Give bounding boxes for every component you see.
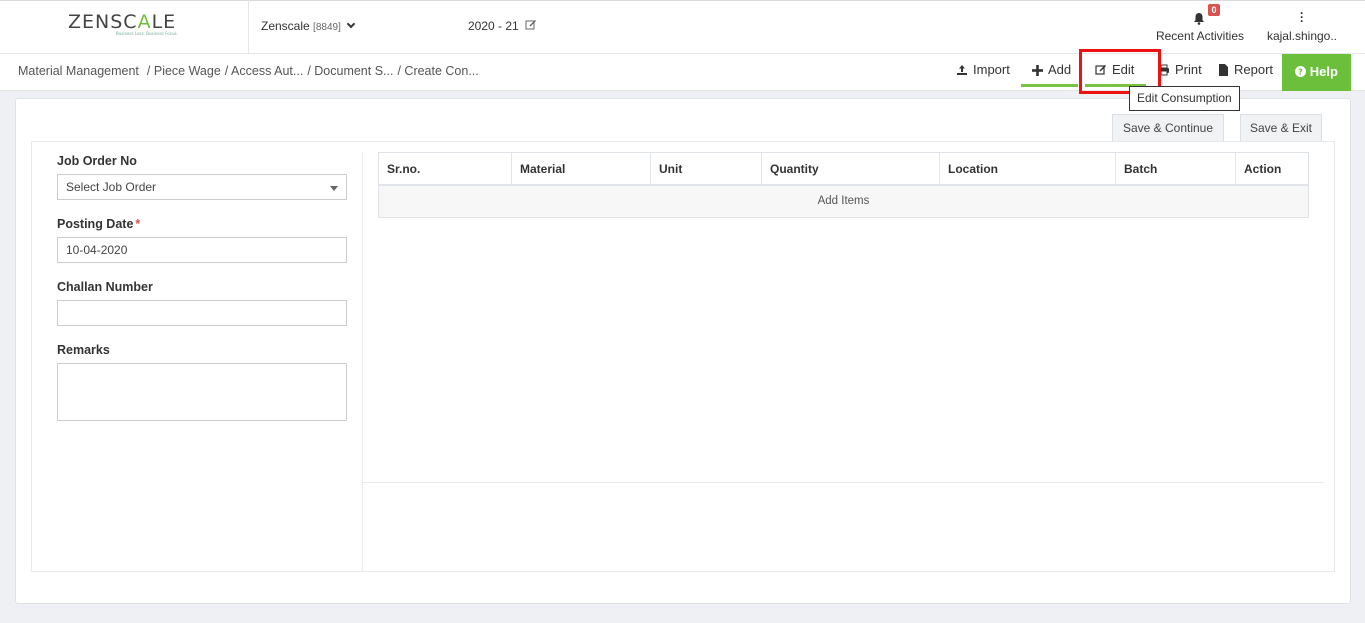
company-name: Zenscale	[261, 19, 310, 33]
add-items-button[interactable]: Add Items	[379, 186, 1308, 217]
column-header: Batch	[1116, 153, 1236, 184]
help-label: Help	[1309, 64, 1338, 79]
question-circle-icon: ?	[1295, 66, 1307, 77]
posting-date-label: Posting Date *	[57, 217, 140, 231]
document-icon	[1219, 64, 1228, 76]
logo-text-accent: A	[137, 11, 152, 33]
column-header: Action	[1244, 162, 1282, 176]
report-button[interactable]: Report	[1218, 54, 1273, 87]
job-order-select[interactable]: Select Job Order	[57, 174, 347, 200]
company-selector[interactable]: Zenscale [8849]	[261, 19, 356, 33]
challan-number-label: Challan Number	[57, 280, 153, 294]
bell-icon	[1194, 13, 1204, 25]
company-code: [8849]	[313, 22, 341, 33]
breadcrumb-item[interactable]: Material Management	[18, 64, 139, 78]
section-divider	[363, 482, 1324, 483]
caret-down-icon	[330, 186, 338, 191]
required-marker: *	[135, 217, 141, 231]
report-label: Report	[1234, 62, 1274, 77]
table-header: Sr.no. Material Unit Quantity Location B…	[379, 153, 1308, 186]
recent-activities-label: Recent Activities	[1155, 29, 1245, 43]
logo-text-main: ZENSC	[68, 11, 138, 33]
column-header: Sr.no.	[379, 153, 512, 184]
column-header: Unit	[651, 153, 762, 184]
recent-activities[interactable]: 0 Recent Activities	[1150, 4, 1250, 48]
add-label: Add	[1048, 62, 1072, 77]
column-header: Quantity	[762, 153, 940, 184]
import-label: Import	[973, 62, 1010, 77]
job-order-value: Select Job Order	[66, 180, 157, 194]
items-table: Sr.no. Material Unit Quantity Location B…	[378, 152, 1309, 218]
fiscal-year-label: 2020 - 21	[468, 19, 519, 33]
panel-divider	[362, 152, 363, 572]
fiscal-year-selector[interactable]: 2020 - 21	[468, 19, 537, 33]
job-order-label: Job Order No	[57, 154, 137, 168]
breadcrumb-item[interactable]: / Document S...	[307, 64, 393, 78]
posting-date-label-text: Posting Date	[57, 217, 134, 231]
breadcrumb-item[interactable]: / Access Aut...	[225, 64, 304, 78]
logo-text-end: LE	[151, 11, 177, 33]
edit-icon	[525, 20, 537, 30]
remarks-label: Remarks	[57, 343, 110, 357]
svg-text:?: ?	[1298, 68, 1303, 77]
print-label: Print	[1175, 62, 1202, 77]
import-button[interactable]: Import	[956, 54, 1010, 87]
edit-tooltip: Edit Consumption	[1129, 86, 1240, 111]
save-continue-button[interactable]: Save & Continue	[1112, 114, 1224, 141]
print-button[interactable]: Print	[1158, 54, 1202, 87]
breadcrumb-item: / Create Con...	[397, 64, 479, 78]
add-button[interactable]: Add	[1021, 54, 1078, 87]
kebab-menu-icon: · · ·	[1300, 6, 1304, 28]
notification-badge: 0	[1208, 4, 1220, 16]
user-name: kajal.shingo..	[1266, 29, 1338, 43]
zenscale-logo[interactable]: ZENSCALE	[68, 11, 176, 33]
remarks-textarea[interactable]	[57, 363, 347, 421]
posting-date-input[interactable]: 10-04-2020	[57, 237, 347, 263]
column-header: Material	[512, 153, 651, 184]
save-exit-button[interactable]: Save & Exit	[1240, 114, 1322, 141]
breadcrumb: Material Management / Piece Wage / Access …	[18, 64, 483, 78]
chevron-down-icon	[346, 19, 356, 29]
breadcrumb-item[interactable]: / Piece Wage	[147, 64, 221, 78]
upload-icon	[957, 65, 967, 75]
help-button[interactable]: ? Help	[1282, 54, 1351, 91]
challan-number-input[interactable]	[57, 300, 347, 326]
plus-icon	[1032, 65, 1043, 76]
logo-container[interactable]: ZENSCALE Business Less. Business Focus.	[0, 0, 249, 54]
user-menu[interactable]: · · · kajal.shingo..	[1262, 6, 1342, 48]
top-header: ZENSCALE Business Less. Business Focus. …	[0, 0, 1365, 54]
column-header: Location	[940, 153, 1116, 184]
logo-tagline: Business Less. Business Focus.	[116, 31, 178, 36]
